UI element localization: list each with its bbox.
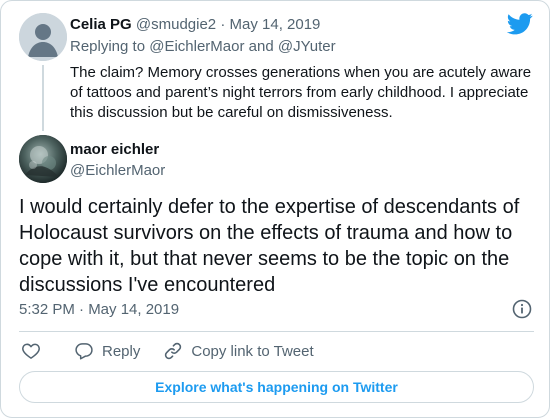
main-author-handle[interactable]: @EichlerMaor (70, 161, 165, 181)
copy-link-label: Copy link to Tweet (191, 342, 314, 360)
twitter-bird-icon[interactable] (507, 13, 533, 35)
replying-to-line: Replying to @EichlerMaor and @JYuter (70, 37, 336, 57)
tweet-timestamp[interactable]: 5:32 PM · May 14, 2019 (19, 300, 179, 320)
main-tweet-text: I would certainly defer to the expertise… (19, 196, 520, 296)
parent-tweet-text: The claim? Memory crosses generations wh… (70, 64, 532, 121)
replying-and: and (248, 38, 274, 55)
copy-link-button[interactable]: Copy link to Tweet (163, 341, 314, 361)
divider (19, 331, 534, 332)
parent-author-name[interactable]: Celia PG (70, 16, 132, 33)
explore-twitter-button[interactable]: Explore what's happening on Twitter (19, 371, 534, 403)
parent-author-handle[interactable]: @smudgie2 (136, 16, 216, 33)
speech-bubble-icon (75, 343, 93, 360)
like-button[interactable] (21, 341, 41, 361)
parent-separator: · (220, 16, 226, 33)
link-icon (165, 342, 182, 360)
reply-label: Reply (102, 342, 141, 360)
default-avatar-icon (19, 13, 67, 61)
mention-eichlermaor[interactable]: @EichlerMaor (149, 38, 244, 55)
reply-button[interactable]: Reply (74, 341, 140, 361)
parent-header: Celia PG @smudgie2 · May 14, 2019 (70, 15, 320, 35)
heart-icon (22, 343, 40, 359)
profile-photo-icon (19, 135, 67, 183)
main-avatar[interactable] (19, 135, 67, 183)
tweet-embed-card: Celia PG @smudgie2 · May 14, 2019 Replyi… (0, 0, 550, 418)
action-bar: Reply Copy link to Tweet (19, 339, 314, 363)
thread-line (42, 65, 44, 131)
parent-date[interactable]: May 14, 2019 (230, 16, 321, 33)
main-author-name[interactable]: maor eichler (70, 140, 159, 160)
replying-prefix: Replying to (70, 38, 146, 55)
info-icon[interactable] (512, 299, 532, 319)
mention-jyuter[interactable]: @JYuter (278, 38, 336, 55)
parent-avatar[interactable] (19, 13, 67, 61)
